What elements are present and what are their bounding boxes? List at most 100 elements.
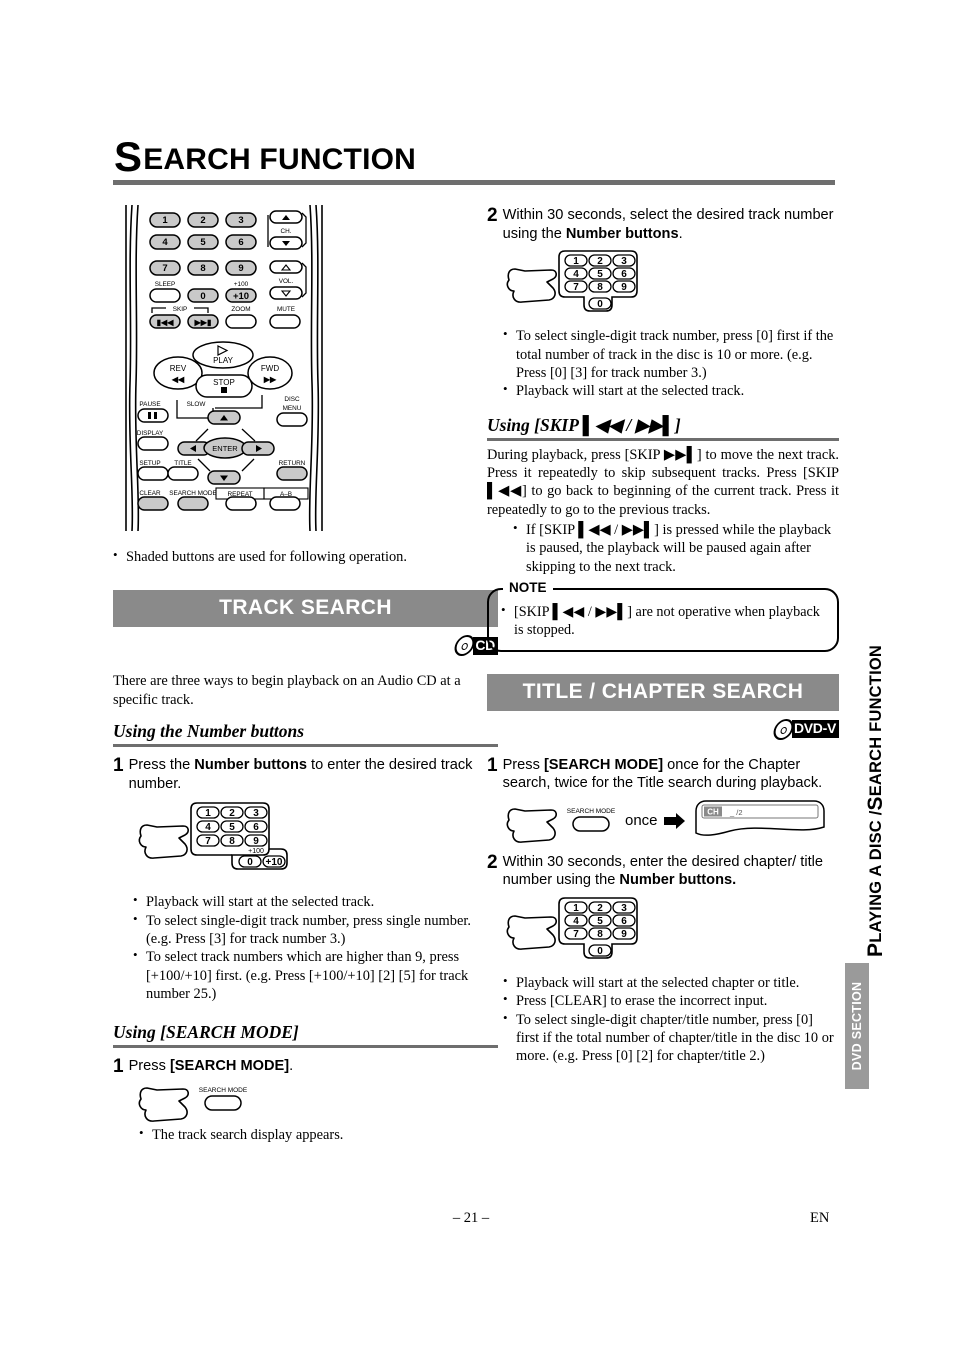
bullet-item: To select track numbers which are higher…	[133, 947, 498, 1003]
dvd-logo-row: DVD-V	[487, 718, 839, 740]
svg-text:8: 8	[200, 263, 205, 274]
dvd-logo-label: DVD-V	[791, 720, 839, 738]
step-track-number-bullets: To select single-digit track number, pre…	[503, 326, 839, 401]
step-text: Within 30 seconds, select the desired tr…	[503, 206, 839, 243]
step-chapter-search-1: 1 Press [SEARCH MODE] once for the Chapt…	[487, 756, 839, 793]
svg-text:CH.: CH.	[280, 228, 291, 235]
svg-text:4: 4	[162, 237, 168, 248]
shaded-buttons-note: Shaded buttons are used for following op…	[113, 547, 498, 566]
svg-text:1: 1	[573, 256, 579, 267]
step-text: Within 30 seconds, enter the desired cha…	[503, 853, 839, 890]
note-bullet: [SKIP ▌◀◀ / ▶▶▌] are not operative when …	[501, 602, 825, 639]
keypad-figure-full: 1 2 3 4 5 6 7 8 9 +100 0 +10	[135, 797, 498, 889]
bullet-item: To select single-digit chapter/title num…	[503, 1010, 839, 1066]
svg-text:1: 1	[162, 215, 168, 226]
svg-text:▶▶: ▶▶	[263, 375, 277, 384]
svg-text:4: 4	[205, 822, 211, 833]
subheading-skip: Using [SKIP ▌◀◀ / ▶▶▌]	[487, 414, 681, 435]
subheading-divider	[113, 744, 498, 747]
svg-text:REV: REV	[170, 364, 187, 373]
section-header-track-search: TRACK SEARCH	[113, 590, 498, 628]
svg-text:5: 5	[200, 237, 206, 248]
svg-text:RETURN: RETURN	[279, 460, 306, 467]
svg-text:9: 9	[253, 836, 259, 847]
step-text-post: .	[289, 1057, 294, 1074]
step-text-bold: Number buttons	[565, 225, 679, 242]
step-number-buttons-1: 1 Press the Number buttons to enter the …	[113, 756, 498, 793]
svg-text:SLOW: SLOW	[187, 401, 207, 408]
svg-text:3: 3	[621, 256, 627, 267]
step-number: 2	[487, 851, 498, 873]
language-mark: EN	[810, 1210, 830, 1226]
display-tag: CH	[707, 807, 719, 816]
subheading-divider	[487, 437, 839, 441]
svg-text:0: 0	[597, 299, 603, 310]
svg-text:4: 4	[573, 916, 579, 927]
step-chapter-bullets: Playback will start at the selected chap…	[503, 973, 839, 1066]
page-title-rest: EARCH FUNCTION	[143, 142, 417, 176]
svg-text:PLAY: PLAY	[213, 356, 234, 365]
svg-text:2: 2	[200, 215, 205, 226]
svg-text:+10: +10	[266, 857, 283, 868]
svg-text:6: 6	[253, 822, 259, 833]
svg-text:MUTE: MUTE	[277, 306, 295, 313]
step-text-bold: [SEARCH MODE]	[543, 756, 664, 773]
skip-bullets: If [SKIP ▌◀◀ / ▶▶▌] is pressed while the…	[513, 520, 839, 576]
svg-text:1: 1	[573, 903, 579, 914]
step-text: Press [SEARCH MODE] once for the Chapter…	[503, 756, 839, 793]
svg-text:SKIP: SKIP	[173, 306, 188, 313]
display-panel-figure: CH _ /2	[694, 799, 825, 836]
step-search-mode-bullets: The track search display appears.	[139, 1125, 498, 1144]
svg-text:◀◀: ◀◀	[171, 375, 185, 384]
svg-text:6: 6	[621, 916, 627, 927]
svg-text:9: 9	[238, 263, 243, 274]
page-title: S EARCH FUNCTION	[109, 133, 835, 180]
side-tab-word2: EARCH FUNCTION	[866, 644, 885, 797]
skip-paragraph: During playback, press [SKIP ▶▶▌] to mov…	[487, 446, 839, 518]
bullet-item: The track search display appears.	[139, 1125, 498, 1144]
svg-text:VOL.: VOL.	[279, 278, 294, 285]
svg-text:0: 0	[597, 946, 603, 957]
search-mode-button-figure: SEARCH MODE	[135, 1080, 498, 1122]
svg-text:7: 7	[573, 929, 579, 940]
step-number: 1	[487, 754, 498, 776]
svg-text:0: 0	[247, 857, 253, 868]
svg-text:PAUSE: PAUSE	[139, 401, 160, 408]
step-text-post: .	[678, 225, 683, 242]
side-tab-section-label: DVD SECTION	[850, 981, 864, 1071]
arrow-right-icon	[663, 812, 685, 829]
search-mode-once-figure: SEARCH MODE once CH _ /2	[505, 797, 839, 845]
title-divider	[113, 180, 835, 185]
side-tab-chapter: P LAYING A DISC / S EARCH FUNCTION	[856, 612, 896, 957]
svg-text:5: 5	[597, 269, 603, 280]
step-number: 1	[113, 1055, 124, 1077]
svg-text:DISC: DISC	[284, 396, 300, 403]
step-search-mode-1: 1 Press [SEARCH MODE].	[113, 1057, 498, 1076]
svg-text:CLEAR: CLEAR	[139, 490, 161, 497]
step-number: 2	[487, 205, 498, 226]
side-tab-section: DVD SECTION	[845, 963, 869, 1089]
note-label: NOTE	[503, 580, 553, 596]
step-text: Press the Number buttons to enter the de…	[129, 756, 498, 793]
remote-control-diagram: .bd{fill:none;stroke:#000;stroke-width:1…	[118, 203, 330, 533]
page-title-dropcap: S	[109, 133, 143, 180]
display-value: _ /2	[729, 808, 743, 817]
svg-text:SEARCH MODE: SEARCH MODE	[169, 490, 217, 497]
svg-text:SETUP: SETUP	[139, 460, 160, 467]
svg-text:0: 0	[200, 291, 205, 302]
svg-text:1: 1	[205, 808, 211, 819]
section-header-title-chapter-search: TITLE / CHAPTER SEARCH	[487, 673, 839, 711]
step-text-bold: Number buttons	[194, 757, 307, 773]
svg-text:6: 6	[621, 269, 627, 280]
svg-text:ZOOM: ZOOM	[231, 306, 250, 313]
svg-text:TITLE: TITLE	[174, 460, 191, 467]
dvd-disc-icon: DVD-V	[770, 718, 839, 740]
subheading-search-mode: Using [SEARCH MODE]	[113, 1021, 299, 1042]
svg-text:+100: +100	[248, 848, 264, 855]
svg-text:8: 8	[229, 836, 235, 847]
bullet-item: To select single-digit track number, pre…	[503, 326, 839, 382]
bullet-item: Press [CLEAR] to erase the incorrect inp…	[503, 991, 839, 1010]
step-number: 1	[113, 755, 124, 776]
side-tab-cap2: S	[864, 796, 887, 811]
side-tab-word1: LAYING A DISC /	[866, 810, 885, 943]
